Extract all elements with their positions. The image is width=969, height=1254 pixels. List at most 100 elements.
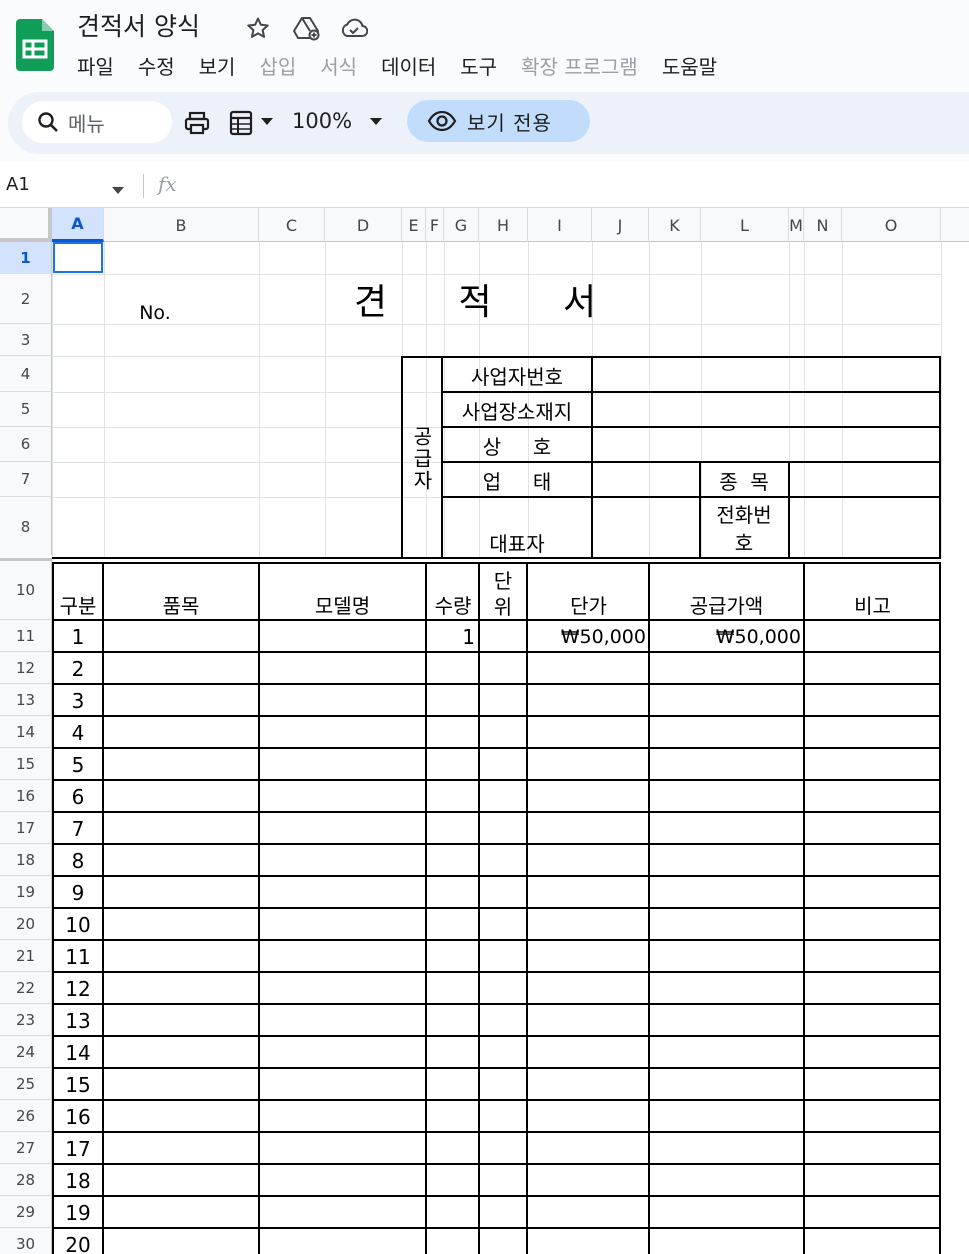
row-header-19[interactable]: 19: [0, 876, 52, 908]
border-line: [788, 461, 790, 558]
toolbar: 메뉴 100% 보기 전용: [8, 92, 969, 154]
row-header-1[interactable]: 1: [0, 242, 52, 274]
business-number-label: 사업자번호: [471, 364, 563, 389]
border-line: [52, 811, 941, 813]
column-header-j[interactable]: J: [592, 208, 649, 242]
row-number-cell: 7: [71, 817, 85, 841]
column-header-l[interactable]: L: [701, 208, 789, 242]
border-line: [52, 1195, 941, 1197]
row-number-cell: 9: [71, 881, 85, 905]
header-category: 구분: [59, 593, 97, 618]
row-header-8[interactable]: 8: [0, 497, 52, 558]
row-header-23[interactable]: 23: [0, 1004, 52, 1036]
border-line: [52, 1099, 941, 1101]
row-header-17[interactable]: 17: [0, 812, 52, 844]
row-number-cell: 8: [71, 849, 85, 873]
chevron-down-icon[interactable]: [112, 180, 124, 199]
gridline-vertical: [842, 242, 843, 558]
column-header-a[interactable]: A: [52, 208, 104, 242]
menu-help[interactable]: 도움말: [662, 51, 717, 80]
row-header-5[interactable]: 5: [0, 392, 52, 427]
row-header-15[interactable]: 15: [0, 748, 52, 780]
header-supply-amount: 공급가액: [689, 593, 764, 618]
row-header-7[interactable]: 7: [0, 462, 52, 497]
menu-extensions[interactable]: 확장 프로그램: [521, 51, 638, 80]
column-header-k[interactable]: K: [649, 208, 701, 242]
row-header-20[interactable]: 20: [0, 908, 52, 940]
toolbar-area: 메뉴 100% 보기 전용: [0, 84, 969, 162]
row-header-18[interactable]: 18: [0, 844, 52, 876]
name-box[interactable]: A1: [6, 174, 30, 195]
select-all-corner[interactable]: [0, 208, 52, 242]
row-header-4[interactable]: 4: [0, 356, 52, 392]
gridline-vertical: [941, 242, 942, 558]
menu-data[interactable]: 데이터: [381, 51, 436, 80]
column-header-e[interactable]: E: [402, 208, 426, 242]
row-header-13[interactable]: 13: [0, 684, 52, 716]
column-header-m[interactable]: M: [789, 208, 804, 242]
column-header-d[interactable]: D: [325, 208, 402, 242]
unit-price-cell: ₩50,000: [560, 626, 646, 648]
menu-insert[interactable]: 삽입: [259, 51, 296, 80]
row-header-26[interactable]: 26: [0, 1100, 52, 1132]
column-header-g[interactable]: G: [444, 208, 479, 242]
menu-edit[interactable]: 수정: [138, 51, 175, 80]
sheets-logo-icon[interactable]: [16, 19, 54, 71]
zoom-select[interactable]: 100%: [292, 109, 352, 133]
spreadsheet-grid[interactable]: ABCDEFGHIJKLMNO 1 2 3 4 5 6 7 8 10 11 12 13 14 15 16 17…: [0, 208, 969, 1254]
row-header-22[interactable]: 22: [0, 972, 52, 1004]
row-header-2[interactable]: 2: [0, 274, 52, 324]
menu-file[interactable]: 파일: [77, 51, 114, 80]
row-header-10[interactable]: 10: [0, 561, 52, 620]
column-header-i[interactable]: I: [528, 208, 592, 242]
row-header-3[interactable]: 3: [0, 324, 52, 356]
row-header-16[interactable]: 16: [0, 780, 52, 812]
search-icon: [36, 110, 60, 134]
cloud-status-icon[interactable]: [340, 14, 368, 42]
document-heading: 견 적 서: [353, 282, 627, 323]
print-icon[interactable]: [182, 109, 212, 137]
no-label: No.: [139, 302, 171, 324]
paint-format-icon[interactable]: [226, 109, 256, 137]
row-header-29[interactable]: 29: [0, 1196, 52, 1228]
header-quantity: 수량: [434, 593, 472, 618]
border-line: [52, 1227, 941, 1229]
header-model: 모델명: [314, 593, 371, 618]
row-number-cell: 15: [65, 1073, 91, 1097]
border-line: [52, 747, 941, 749]
menu-format[interactable]: 서식: [320, 51, 357, 80]
row-header-27[interactable]: 27: [0, 1132, 52, 1164]
row-header-11[interactable]: 11: [0, 620, 52, 652]
menu-tools[interactable]: 도구: [460, 51, 497, 80]
row-header-12[interactable]: 12: [0, 652, 52, 684]
star-icon[interactable]: [244, 14, 272, 42]
document-title[interactable]: 견적서 양식: [77, 7, 200, 43]
view-only-button[interactable]: 보기 전용: [407, 100, 590, 142]
row-header-28[interactable]: 28: [0, 1164, 52, 1196]
chevron-down-icon[interactable]: [369, 117, 383, 127]
border-line: [591, 356, 593, 558]
row-header-14[interactable]: 14: [0, 716, 52, 748]
row-header-30[interactable]: 30: [0, 1228, 52, 1254]
column-header-b[interactable]: B: [104, 208, 259, 242]
hidden-row-indicator[interactable]: [0, 555, 52, 561]
column-header-h[interactable]: H: [479, 208, 528, 242]
move-to-drive-icon[interactable]: [292, 14, 320, 42]
phone-label-line2: 호: [734, 530, 754, 555]
column-header-n[interactable]: N: [804, 208, 842, 242]
border-line: [52, 1003, 941, 1005]
column-header-f[interactable]: F: [426, 208, 444, 242]
menu-view[interactable]: 보기: [199, 51, 236, 80]
row-number-cell: 17: [65, 1137, 91, 1161]
row-number-cell: 16: [65, 1105, 91, 1129]
chevron-down-icon[interactable]: [260, 117, 274, 127]
column-header-c[interactable]: C: [259, 208, 325, 242]
row-header-6[interactable]: 6: [0, 427, 52, 462]
border-line: [52, 651, 941, 653]
menu-search-button[interactable]: 메뉴: [22, 101, 172, 143]
column-header-o[interactable]: O: [842, 208, 941, 242]
active-cell-selection[interactable]: [53, 242, 103, 273]
row-header-25[interactable]: 25: [0, 1068, 52, 1100]
row-header-24[interactable]: 24: [0, 1036, 52, 1068]
row-header-21[interactable]: 21: [0, 940, 52, 972]
